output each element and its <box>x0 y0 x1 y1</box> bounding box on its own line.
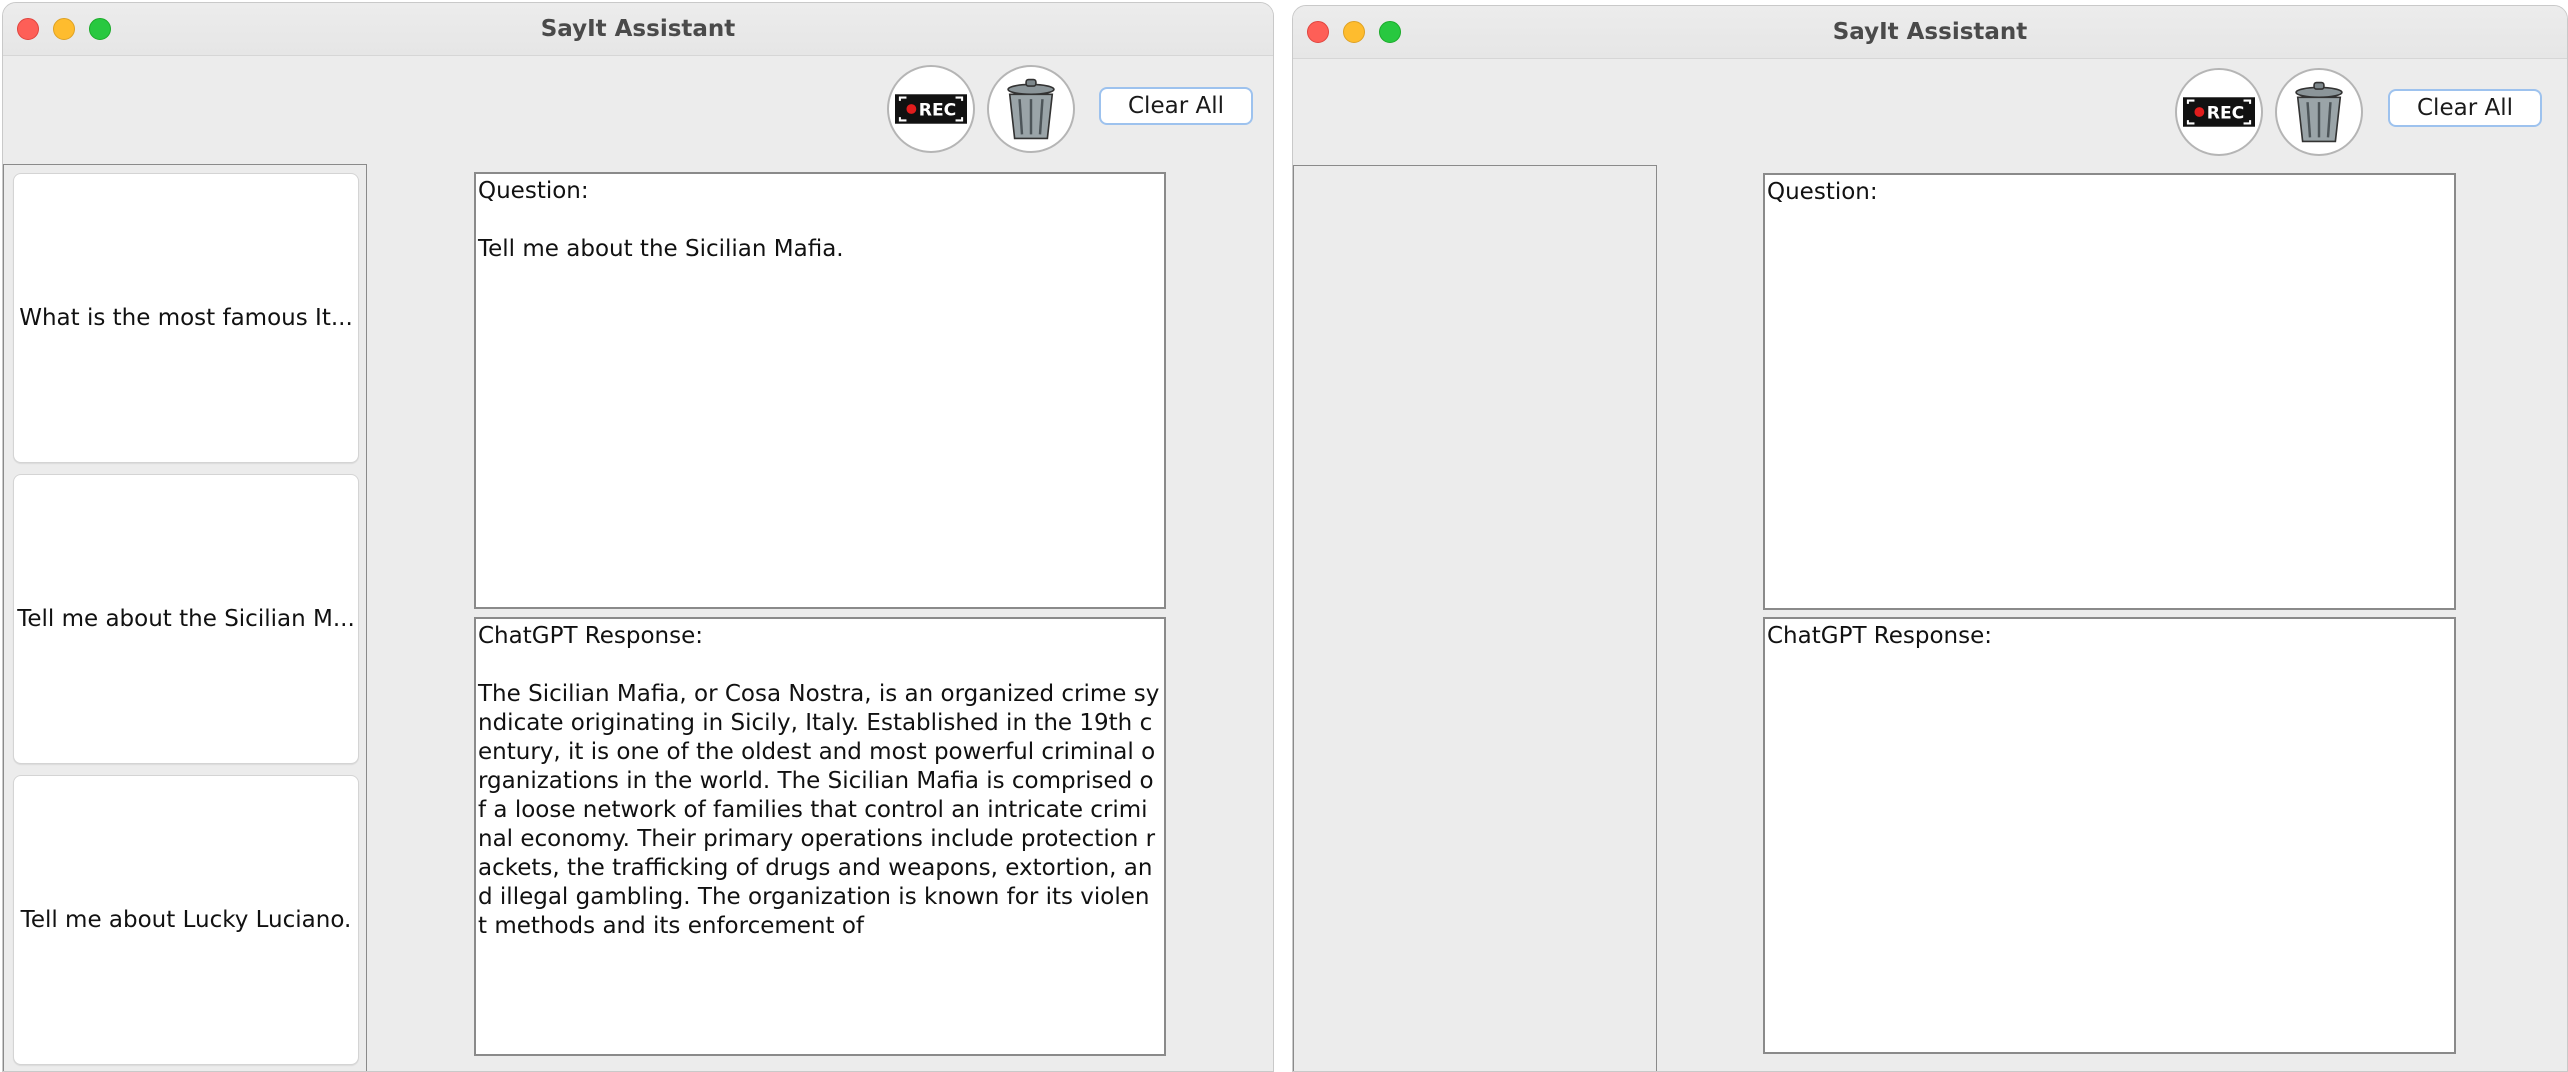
window-title: SayIt Assistant <box>1832 19 2028 45</box>
response-label: ChatGPT Response: <box>1767 623 1993 649</box>
window-title: SayIt Assistant <box>540 16 736 42</box>
trash-can-icon <box>1007 78 1055 140</box>
record-icon: REC <box>2183 97 2255 127</box>
sayit-window-left: SayIt Assistant REC Clear All What is th… <box>2 2 1274 1072</box>
history-item[interactable]: What is the most famous It... <box>13 173 359 463</box>
clear-all-button[interactable]: Clear All <box>2388 89 2542 127</box>
response-text: The Sicilian Mafia, or Cosa Nostra, is a… <box>478 681 1160 939</box>
clear-all-button[interactable]: Clear All <box>1099 87 1253 125</box>
question-text: Tell me about the Sicilian Mafia. <box>478 236 844 262</box>
question-label: Question: <box>1767 179 1878 205</box>
question-area[interactable]: Question: Tell me about the Sicilian Maf… <box>474 172 1166 609</box>
question-label: Question: <box>478 178 589 204</box>
question-area[interactable]: Question: <box>1763 173 2456 610</box>
sayit-window-right: SayIt Assistant REC Clear All Question: … <box>1292 5 2568 1072</box>
title-bar[interactable]: SayIt Assistant <box>3 3 1273 56</box>
history-item[interactable]: Tell me about Lucky Luciano. <box>13 775 359 1065</box>
response-label: ChatGPT Response: <box>478 623 704 649</box>
record-button[interactable]: REC <box>887 65 975 153</box>
delete-button[interactable] <box>987 65 1075 153</box>
title-bar[interactable]: SayIt Assistant <box>1293 6 2567 59</box>
trash-can-icon <box>2295 81 2343 143</box>
svg-text:REC: REC <box>919 101 957 121</box>
response-area[interactable]: ChatGPT Response: <box>1763 617 2456 1054</box>
record-icon: REC <box>895 94 967 124</box>
response-area[interactable]: ChatGPT Response: The Sicilian Mafia, or… <box>474 617 1166 1056</box>
history-sidebar: What is the most famous It... Tell me ab… <box>3 164 367 1071</box>
record-button[interactable]: REC <box>2175 68 2263 156</box>
delete-button[interactable] <box>2275 68 2363 156</box>
history-item[interactable]: Tell me about the Sicilian M... <box>13 474 359 764</box>
svg-text:REC: REC <box>2207 104 2245 124</box>
history-sidebar <box>1293 165 1657 1071</box>
